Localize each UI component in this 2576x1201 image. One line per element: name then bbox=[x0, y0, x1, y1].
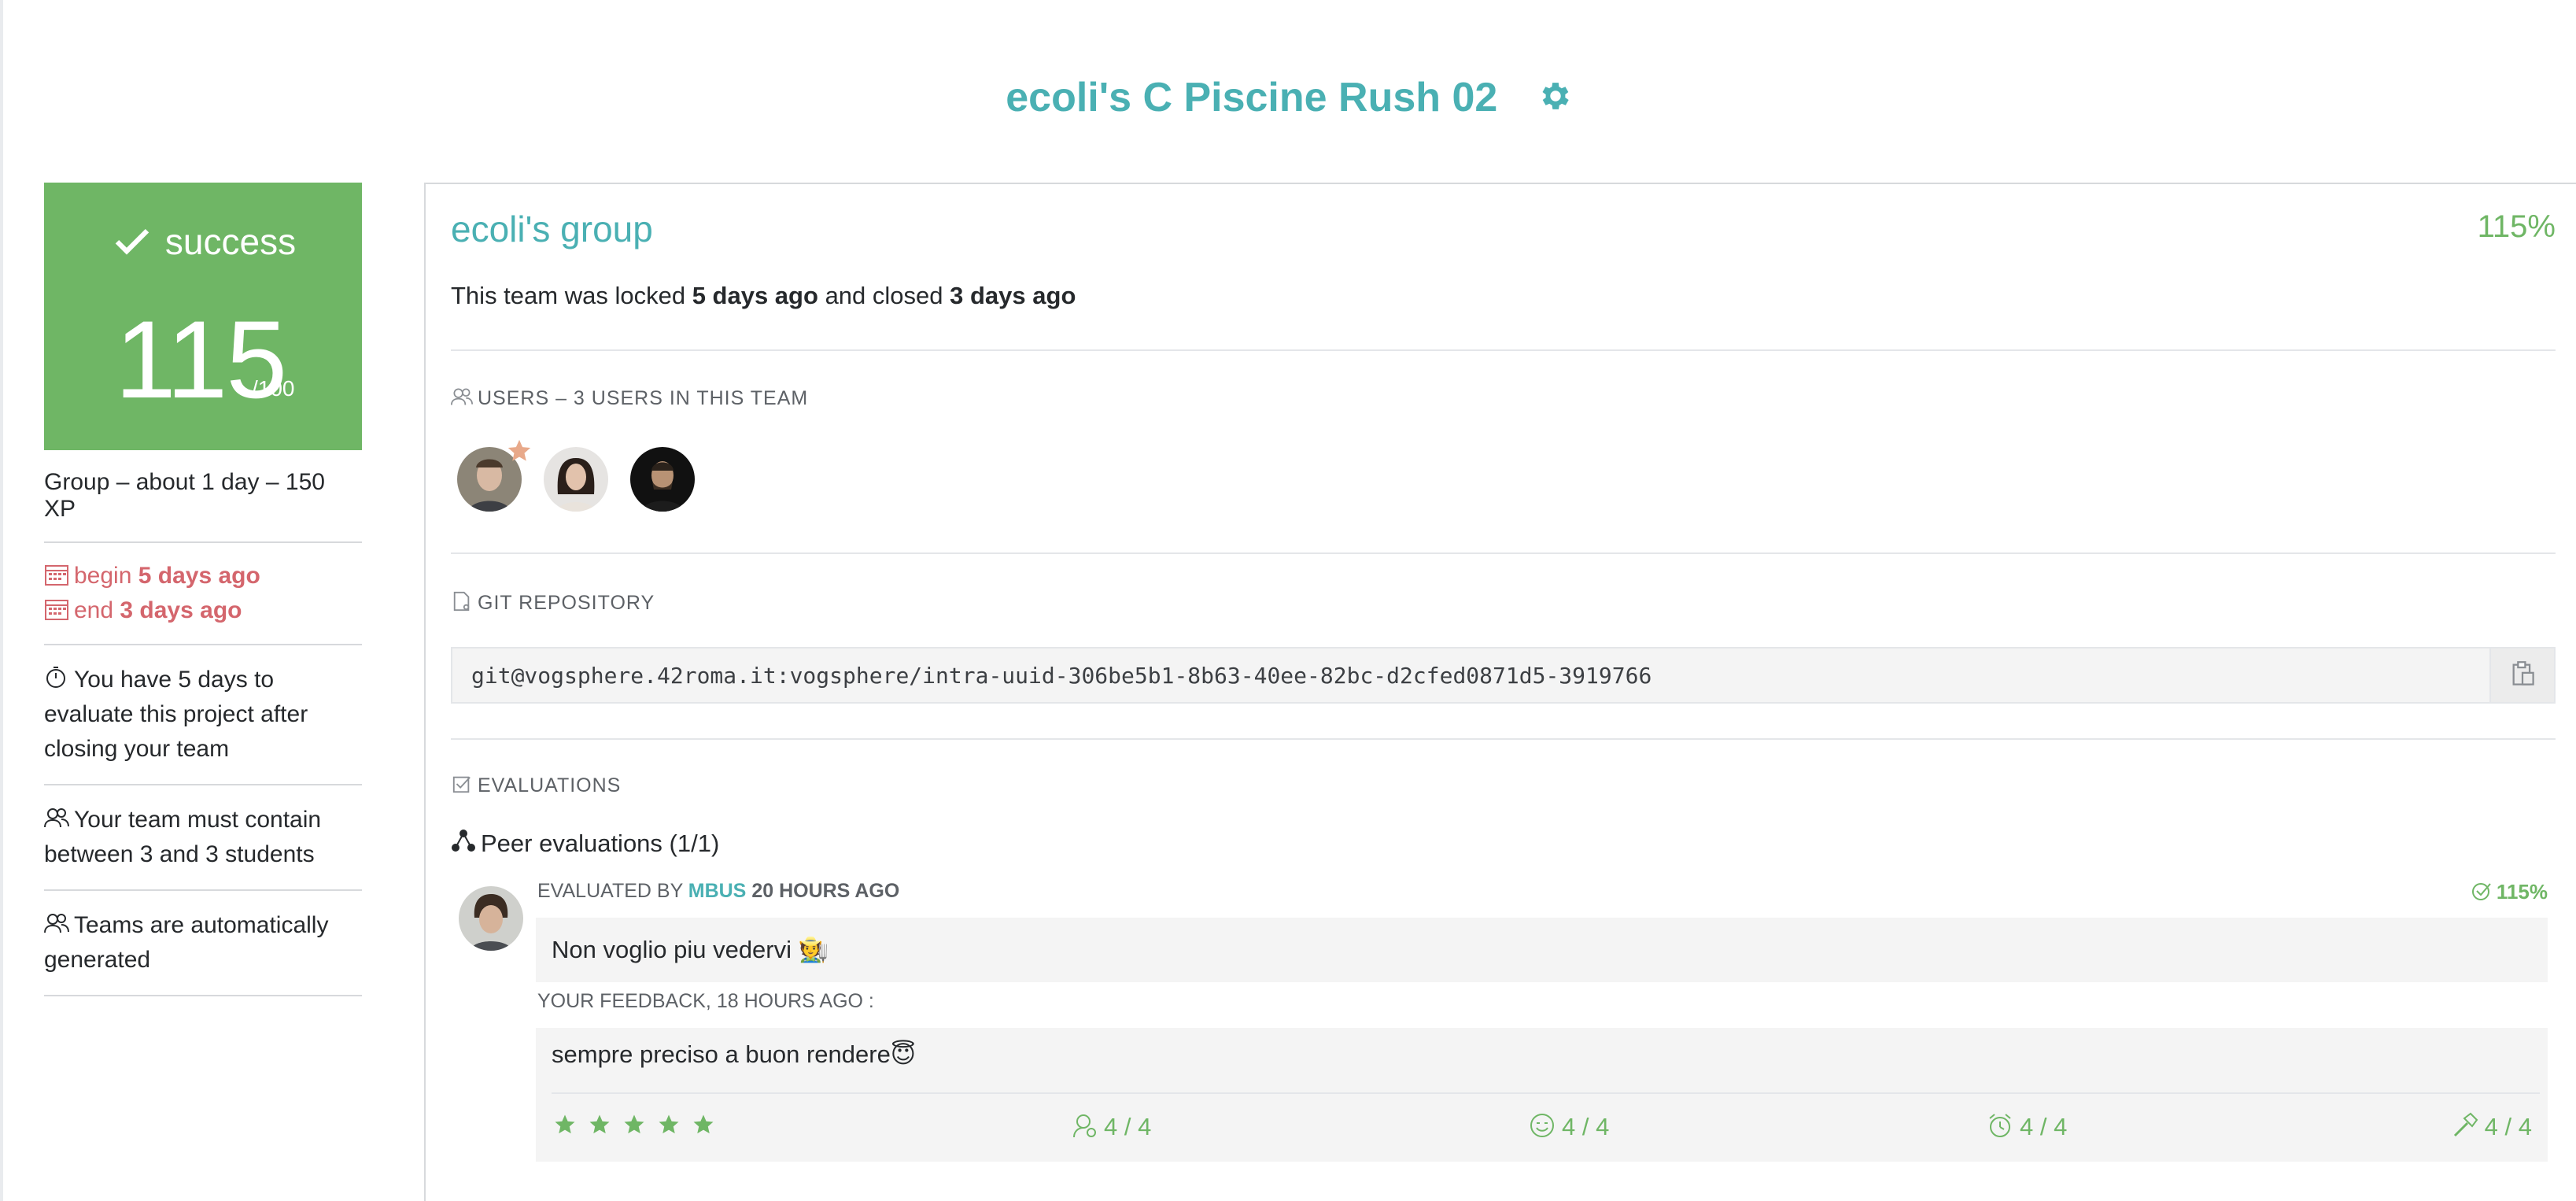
check-circle-icon bbox=[2471, 881, 2492, 901]
member-avatar[interactable] bbox=[630, 447, 695, 512]
team-members bbox=[457, 439, 695, 512]
evaluator-login-link[interactable]: MBUS bbox=[688, 880, 747, 902]
feedback-rating bbox=[553, 1113, 715, 1136]
divider bbox=[451, 552, 2556, 554]
status-label: success bbox=[44, 220, 362, 267]
calendar-icon bbox=[44, 597, 69, 621]
users-icon bbox=[44, 804, 69, 828]
evaluation-comment: Non voglio piu vedervi 🧑‍🌾 bbox=[536, 918, 2548, 982]
check-icon bbox=[110, 218, 154, 262]
team-name[interactable]: ecoli's group bbox=[451, 208, 653, 250]
evaluations-section-label: EVALUATIONS bbox=[451, 774, 621, 797]
feedback-box: sempre preciso a buon rendere😇 4 / 4 4 /… bbox=[536, 1028, 2548, 1162]
users-icon bbox=[451, 386, 473, 407]
stopwatch-icon bbox=[44, 664, 69, 689]
divider bbox=[451, 738, 2556, 740]
project-summary: success 115 /100 Group – about 1 day – 1… bbox=[44, 183, 362, 996]
peer-evaluations-heading: Peer evaluations (1/1) bbox=[451, 828, 719, 858]
rigorous-icon bbox=[2452, 1112, 2478, 1139]
divider bbox=[451, 349, 2556, 351]
rule-team-generation: Teams are automatically generated bbox=[44, 891, 362, 996]
nice-icon bbox=[1529, 1112, 1556, 1139]
divider bbox=[552, 1092, 2540, 1094]
project-dates: begin 5 days ago end 3 days ago bbox=[44, 543, 362, 645]
punctuality-icon bbox=[1987, 1112, 2013, 1139]
users-icon bbox=[44, 910, 69, 933]
star-icon bbox=[693, 1114, 714, 1134]
star-icon bbox=[555, 1114, 575, 1134]
member-avatar[interactable] bbox=[544, 447, 608, 512]
project-meta: Group – about 1 day – 150 XP bbox=[44, 450, 362, 543]
member-avatar[interactable] bbox=[457, 439, 531, 512]
team-panel: ecoli's group 115% This team was locked … bbox=[424, 183, 2576, 1201]
star-icon bbox=[624, 1114, 644, 1134]
evaluated-by: EVALUATED BY MBUS 20 HOURS AGO bbox=[537, 880, 900, 902]
git-section-label: GIT REPOSITORY bbox=[451, 592, 655, 615]
copy-clipboard-button[interactable] bbox=[2489, 649, 2554, 702]
network-icon bbox=[451, 828, 476, 853]
file-icon bbox=[451, 591, 473, 612]
feedback-label: YOUR FEEDBACK, 18 HOURS AGO : bbox=[537, 990, 874, 1012]
criterion-interested: 4 / 4 bbox=[1071, 1113, 1151, 1142]
gear-icon[interactable] bbox=[1537, 77, 1574, 113]
team-lock-status: This team was locked 5 days ago and clos… bbox=[451, 282, 1076, 309]
feedback-text: sempre preciso a buon rendere😇 bbox=[552, 1040, 917, 1068]
team-final-mark: 115% bbox=[2477, 209, 2556, 244]
checkbox-icon bbox=[451, 774, 473, 794]
criterion-rigorous: 4 / 4 bbox=[2452, 1112, 2532, 1142]
project-name: ecoli's C Piscine Rush 02 bbox=[1006, 75, 1498, 120]
score-max: /100 bbox=[252, 376, 295, 401]
evaluation-mark: 115% bbox=[2471, 880, 2548, 904]
leader-star-icon bbox=[506, 438, 533, 464]
criterion-punctuality: 4 / 4 bbox=[1987, 1113, 2067, 1142]
users-section-label: USERS – 3 USERS IN THIS TEAM bbox=[451, 387, 808, 410]
page-title: ecoli's C Piscine Rush 02 bbox=[3, 74, 2576, 121]
calendar-icon bbox=[44, 562, 69, 586]
interested-icon bbox=[1071, 1112, 1098, 1139]
star-icon bbox=[659, 1114, 679, 1134]
rule-evaluation-delay: You have 5 days to evaluate this project… bbox=[44, 645, 362, 785]
git-url[interactable]: git@vogsphere.42roma.it:vogsphere/intra-… bbox=[471, 663, 1652, 689]
star-icon bbox=[589, 1114, 610, 1134]
end-date: end 3 days ago bbox=[44, 593, 362, 628]
criterion-nice: 4 / 4 bbox=[1529, 1113, 1609, 1142]
clipboard-icon bbox=[2509, 660, 2536, 691]
evaluator-avatar[interactable] bbox=[459, 886, 523, 951]
rule-team-size: Your team must contain between 3 and 3 s… bbox=[44, 785, 362, 891]
git-repository-field[interactable]: git@vogsphere.42roma.it:vogsphere/intra-… bbox=[451, 647, 2556, 704]
begin-date: begin 5 days ago bbox=[44, 559, 362, 593]
final-mark-box: success 115 /100 bbox=[44, 183, 362, 450]
